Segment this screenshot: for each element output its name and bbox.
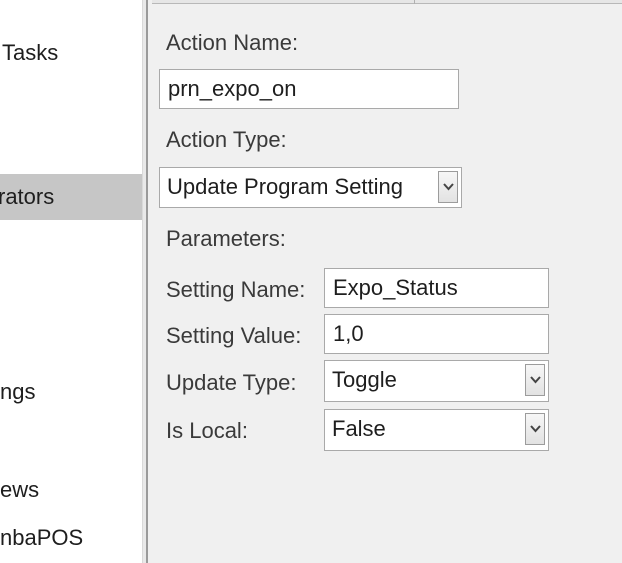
tab-divider bbox=[414, 0, 415, 4]
action-editor-panel: Action Name: prn_expo_on Action Type: Up… bbox=[148, 0, 622, 563]
sidebar-item-views[interactable]: ews bbox=[0, 467, 142, 513]
update-type-label: Update Type: bbox=[166, 370, 297, 395]
sidebar-item-label: ngs bbox=[0, 379, 36, 404]
sidebar-item-settings[interactable]: ngs bbox=[0, 369, 142, 415]
setting-value-label: Setting Value: bbox=[166, 323, 302, 348]
sidebar-item-operators[interactable]: rators bbox=[0, 174, 142, 220]
chevron-down-icon[interactable] bbox=[525, 413, 545, 445]
is-local-value: False bbox=[332, 416, 386, 441]
setting-name-input[interactable]: Expo_Status bbox=[324, 268, 549, 308]
action-name-input[interactable]: prn_expo_on bbox=[159, 69, 459, 109]
sidebar-item-label: rators bbox=[0, 184, 55, 209]
parameters-label: Parameters: bbox=[166, 226, 286, 251]
chevron-down-icon[interactable] bbox=[525, 364, 545, 396]
action-type-label: Action Type: bbox=[166, 127, 287, 152]
sidebar-item-tasks[interactable]: Tasks bbox=[2, 30, 142, 76]
top-tab-strip bbox=[152, 0, 622, 4]
sidebar: Tasks rators ngs ews nbaPOS bbox=[0, 0, 142, 563]
sidebar-item-label: nbaPOS bbox=[0, 525, 84, 550]
action-type-select[interactable]: Update Program Setting bbox=[159, 167, 462, 208]
setting-name-label: Setting Name: bbox=[166, 277, 306, 302]
app-window: Tasks rators ngs ews nbaPOS Action Name:… bbox=[0, 0, 622, 563]
action-name-label: Action Name: bbox=[166, 30, 299, 55]
is-local-label: Is Local: bbox=[166, 418, 248, 443]
update-type-value: Toggle bbox=[332, 367, 397, 392]
chevron-down-icon[interactable] bbox=[438, 171, 458, 203]
is-local-select[interactable]: False bbox=[324, 409, 549, 451]
update-type-select[interactable]: Toggle bbox=[324, 360, 549, 402]
setting-value-input[interactable]: 1,0 bbox=[324, 314, 549, 354]
sidebar-item-label: Tasks bbox=[2, 40, 59, 65]
sidebar-item-label: ews bbox=[0, 477, 40, 502]
action-type-value: Update Program Setting bbox=[167, 174, 404, 199]
sidebar-item-sambapos[interactable]: nbaPOS bbox=[0, 515, 142, 561]
